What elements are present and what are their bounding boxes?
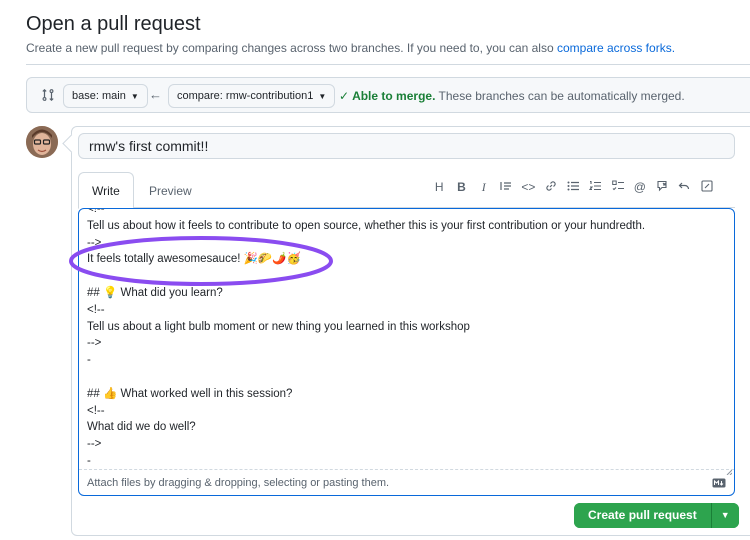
link-icon[interactable] xyxy=(539,180,561,196)
subtitle-text: Create a new pull request by comparing c… xyxy=(26,41,557,55)
editor-line: ## 💡 What did you learn? xyxy=(87,286,223,299)
attach-files-text: Attach files by dragging & dropping, sel… xyxy=(87,477,390,489)
tab-preview[interactable]: Preview xyxy=(136,172,205,209)
fullscreen-icon[interactable] xyxy=(696,180,718,196)
editor-line: What did we do well? xyxy=(87,421,196,434)
create-pull-request-button[interactable]: Create pull request xyxy=(574,503,711,528)
editor-line: ## 👍 What worked well in this session? xyxy=(87,387,293,400)
compare-branch-select[interactable]: compare: rmw-contribution1 ▼ xyxy=(168,84,336,108)
create-pull-request-group: Create pull request ▼ xyxy=(574,503,739,528)
attach-files-bar[interactable]: Attach files by dragging & dropping, sel… xyxy=(79,469,734,495)
compare-branch-label: compare: rmw-contribution1 xyxy=(177,90,314,102)
quote-icon[interactable] xyxy=(495,180,517,196)
base-branch-label: base: main xyxy=(72,90,126,102)
avatar[interactable] xyxy=(26,126,58,158)
avatar-image xyxy=(26,126,58,158)
chevron-down-icon: ▼ xyxy=(130,91,139,101)
chevron-down-icon: ▼ xyxy=(318,91,327,101)
markdown-icon xyxy=(712,478,726,488)
editor-line: Tell us about how it feels to contribute… xyxy=(87,219,646,232)
reference-icon[interactable] xyxy=(651,180,673,196)
editor-line: - xyxy=(87,354,91,367)
arrow-left-icon: ← xyxy=(149,87,162,102)
merge-status-text: These branches can be automatically merg… xyxy=(435,89,685,103)
check-icon: ✓ xyxy=(339,89,350,103)
mention-icon[interactable]: @ xyxy=(629,180,651,196)
header-divider xyxy=(26,64,750,65)
editor-line: --> xyxy=(87,236,102,249)
markdown-toolbar: H B I <> @ xyxy=(428,180,718,196)
page-title: Open a pull request xyxy=(26,13,201,35)
editor-line: - xyxy=(87,454,91,467)
bold-icon[interactable]: B xyxy=(450,180,472,196)
tab-write[interactable]: Write xyxy=(78,172,134,209)
page-subtitle: Create a new pull request by comparing c… xyxy=(26,41,675,55)
resize-handle-icon[interactable] xyxy=(726,462,733,476)
pull-request-title-input[interactable] xyxy=(78,133,735,159)
editor-line: Tell us about a light bulb moment or new… xyxy=(87,320,470,333)
git-compare-icon xyxy=(42,89,54,101)
pull-request-body-editor[interactable]: <!-- Tell us about how it feels to contri… xyxy=(78,208,735,496)
branch-range-bar: base: main ▼ ← compare: rmw-contribution1… xyxy=(26,77,750,113)
task-list-icon[interactable] xyxy=(606,180,628,196)
base-branch-select[interactable]: base: main ▼ xyxy=(63,84,148,108)
merge-status: ✓ Able to merge. These branches can be au… xyxy=(339,89,685,103)
editor-line: <!-- xyxy=(87,209,105,215)
ordered-list-icon[interactable] xyxy=(584,180,606,196)
editor-line: <!-- xyxy=(87,303,105,316)
code-icon[interactable]: <> xyxy=(517,180,539,196)
editor-line: It feels totally awesomesauce! 🎉🌮🌶️🥳 xyxy=(87,253,301,266)
editor-textarea[interactable]: <!-- Tell us about how it feels to contri… xyxy=(87,209,726,470)
editor-line: --> xyxy=(87,438,102,451)
compare-across-forks-link[interactable]: compare across forks. xyxy=(557,41,675,55)
unordered-list-icon[interactable] xyxy=(562,180,584,196)
merge-status-strong: Able to merge. xyxy=(352,89,436,103)
undo-icon[interactable] xyxy=(673,180,695,196)
heading-icon[interactable]: H xyxy=(428,180,450,196)
editor-line: --> xyxy=(87,337,102,350)
italic-icon[interactable]: I xyxy=(473,180,495,196)
chevron-down-icon[interactable]: ▼ xyxy=(710,503,739,528)
editor-line: <!-- xyxy=(87,404,105,417)
